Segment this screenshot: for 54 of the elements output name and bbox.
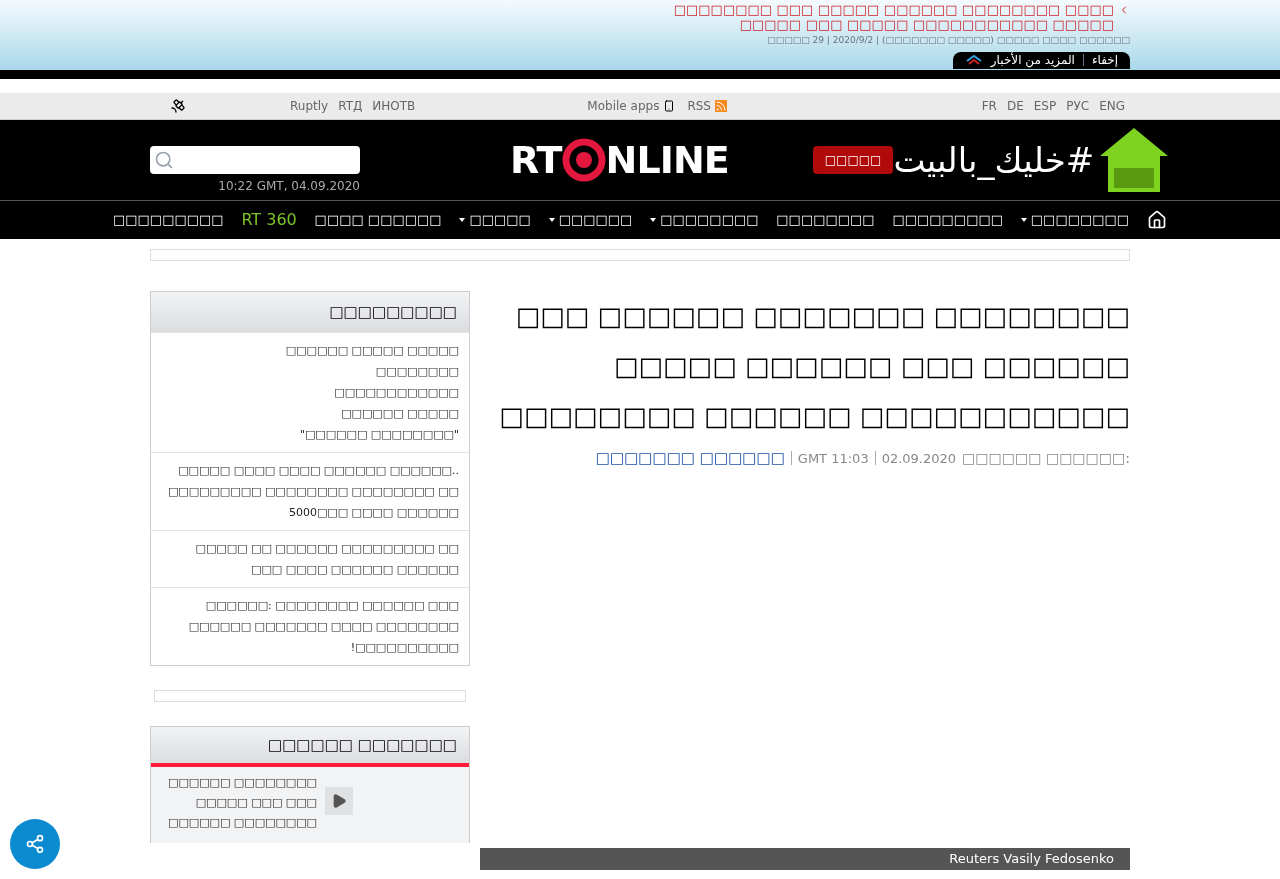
language-link[interactable]: FR <box>981 97 997 115</box>
language-link[interactable]: ESP <box>1033 97 1057 115</box>
caret-icon <box>650 218 657 222</box>
clock-text: 10:22 GMT, 04.09.2020 <box>218 177 360 195</box>
date-label: □□□□□□ □□□□□□: <box>962 448 1130 468</box>
phone-icon <box>663 100 676 112</box>
nav-link[interactable]: □□□□ □□□□□□ <box>314 210 442 230</box>
rt-online-logo[interactable]: RT NLINE <box>510 131 729 189</box>
author-link[interactable]: □□□□□□□ □□□□□□ <box>595 447 785 470</box>
section-header: □□□□□□□□□ <box>151 292 469 332</box>
language-link[interactable]: DE <box>1006 97 1024 115</box>
play-icon[interactable] <box>325 787 353 815</box>
news-link[interactable]: □□□ □□□□□□ □□□□□□□□ :□□□□□□ □□□□□□□□ □□□□ □□□□□□□ □□□□□□ □□□□□□□□□□! <box>151 587 469 665</box>
nav-link[interactable]: □□□□□ <box>459 210 531 230</box>
nav-link[interactable]: □□□□□□□□□ <box>892 210 1003 230</box>
mobile-apps-link[interactable]: Mobile apps <box>587 97 660 115</box>
caret-icon <box>1020 218 1027 222</box>
nav-link[interactable]: □□□□□□□□ <box>650 210 759 230</box>
nav-link[interactable]: □□□□□□ <box>548 210 633 230</box>
news-link[interactable]: □□□□□ □□□□□ □□□□□□ □□□□□□□□ □□□□□□□□□□□□ □□□□□ □□□□□□ "□□□□□□□□ □□□□□□" <box>151 332 469 452</box>
search-field[interactable] <box>150 145 360 174</box>
hide-link[interactable]: إخفاء <box>1091 51 1118 69</box>
satellite-icon[interactable] <box>170 98 186 114</box>
news-link[interactable]: ..□□□□□□ □□□□□□ □□□□ □□□□ □□□□□ □□ □□□□□□□□ □□□□□□□□ □□□□□□□□□ □□□□□□ □□□□ □□□5000 <box>151 452 469 530</box>
share-icon <box>25 834 45 854</box>
article-time: GMT 11:03 <box>797 449 869 468</box>
caret-icon <box>548 218 555 222</box>
rss-icon <box>714 100 727 112</box>
campaign-hashtag: #خليك_بالبيت <box>893 138 1095 182</box>
nav-link[interactable]: RT 360 <box>241 208 297 232</box>
nav-link[interactable]: □□□□□□□□□ <box>113 210 224 230</box>
article-date: 02.09.2020 <box>881 449 957 468</box>
double-chevron-icon <box>964 55 983 65</box>
more-news-link[interactable]: المزيد من الأخبار <box>990 51 1075 69</box>
news-link[interactable]: □□ □□□□□□□□□ □□□□□□ □□ □□□□□ □□□□□□ □□□□□□ □□□□ □□□ <box>151 530 469 587</box>
photo-credit: Reuters Vasily Fedosenko <box>480 848 1130 870</box>
nav-link[interactable]: □□□□□□□□ <box>1020 210 1130 230</box>
nav-link[interactable]: □□□□□□□□ <box>776 210 875 230</box>
partner-link[interactable]: RTД <box>338 97 363 115</box>
section-header: □□□□□□ □□□□□□□ <box>151 727 469 767</box>
article-title: □□□ □□□□□□ □□□□□□□ □□□□□□□□ □□□□□ □□□□□□ □□□ □□□□□□ □□□□□□□□ □□□□□□ □□□□□□□□□□□ <box>498 300 1130 433</box>
search-icon <box>154 149 174 170</box>
caret-icon <box>459 218 466 222</box>
partner-link[interactable]: ИНОТВ <box>372 97 416 115</box>
rss-link[interactable]: RSS <box>687 97 711 115</box>
ticker-headline[interactable]: □□□□□ □□□ □□□□□ □□□□□□□□□□□ □□□□□ <box>739 17 1114 32</box>
partner-link[interactable]: Ruptly <box>290 97 329 115</box>
ticker-headline[interactable]: □□□□□□□□ □□□ □□□□□ □□□□□□ □□□□□□□□ □□□□ <box>673 2 1114 17</box>
ticker-meta: □□□□□ 29 | 2020/9/2 | (□□□□□□□ □□□□□) □□□□□ □□□□ □□□□□□ <box>767 34 1130 47</box>
home-icon[interactable] <box>1146 210 1167 230</box>
share-button[interactable] <box>10 819 60 869</box>
language-link[interactable]: ENG <box>1099 97 1125 115</box>
language-link[interactable]: РУС <box>1066 97 1090 115</box>
live-button[interactable]: □□□□□ <box>812 146 894 174</box>
